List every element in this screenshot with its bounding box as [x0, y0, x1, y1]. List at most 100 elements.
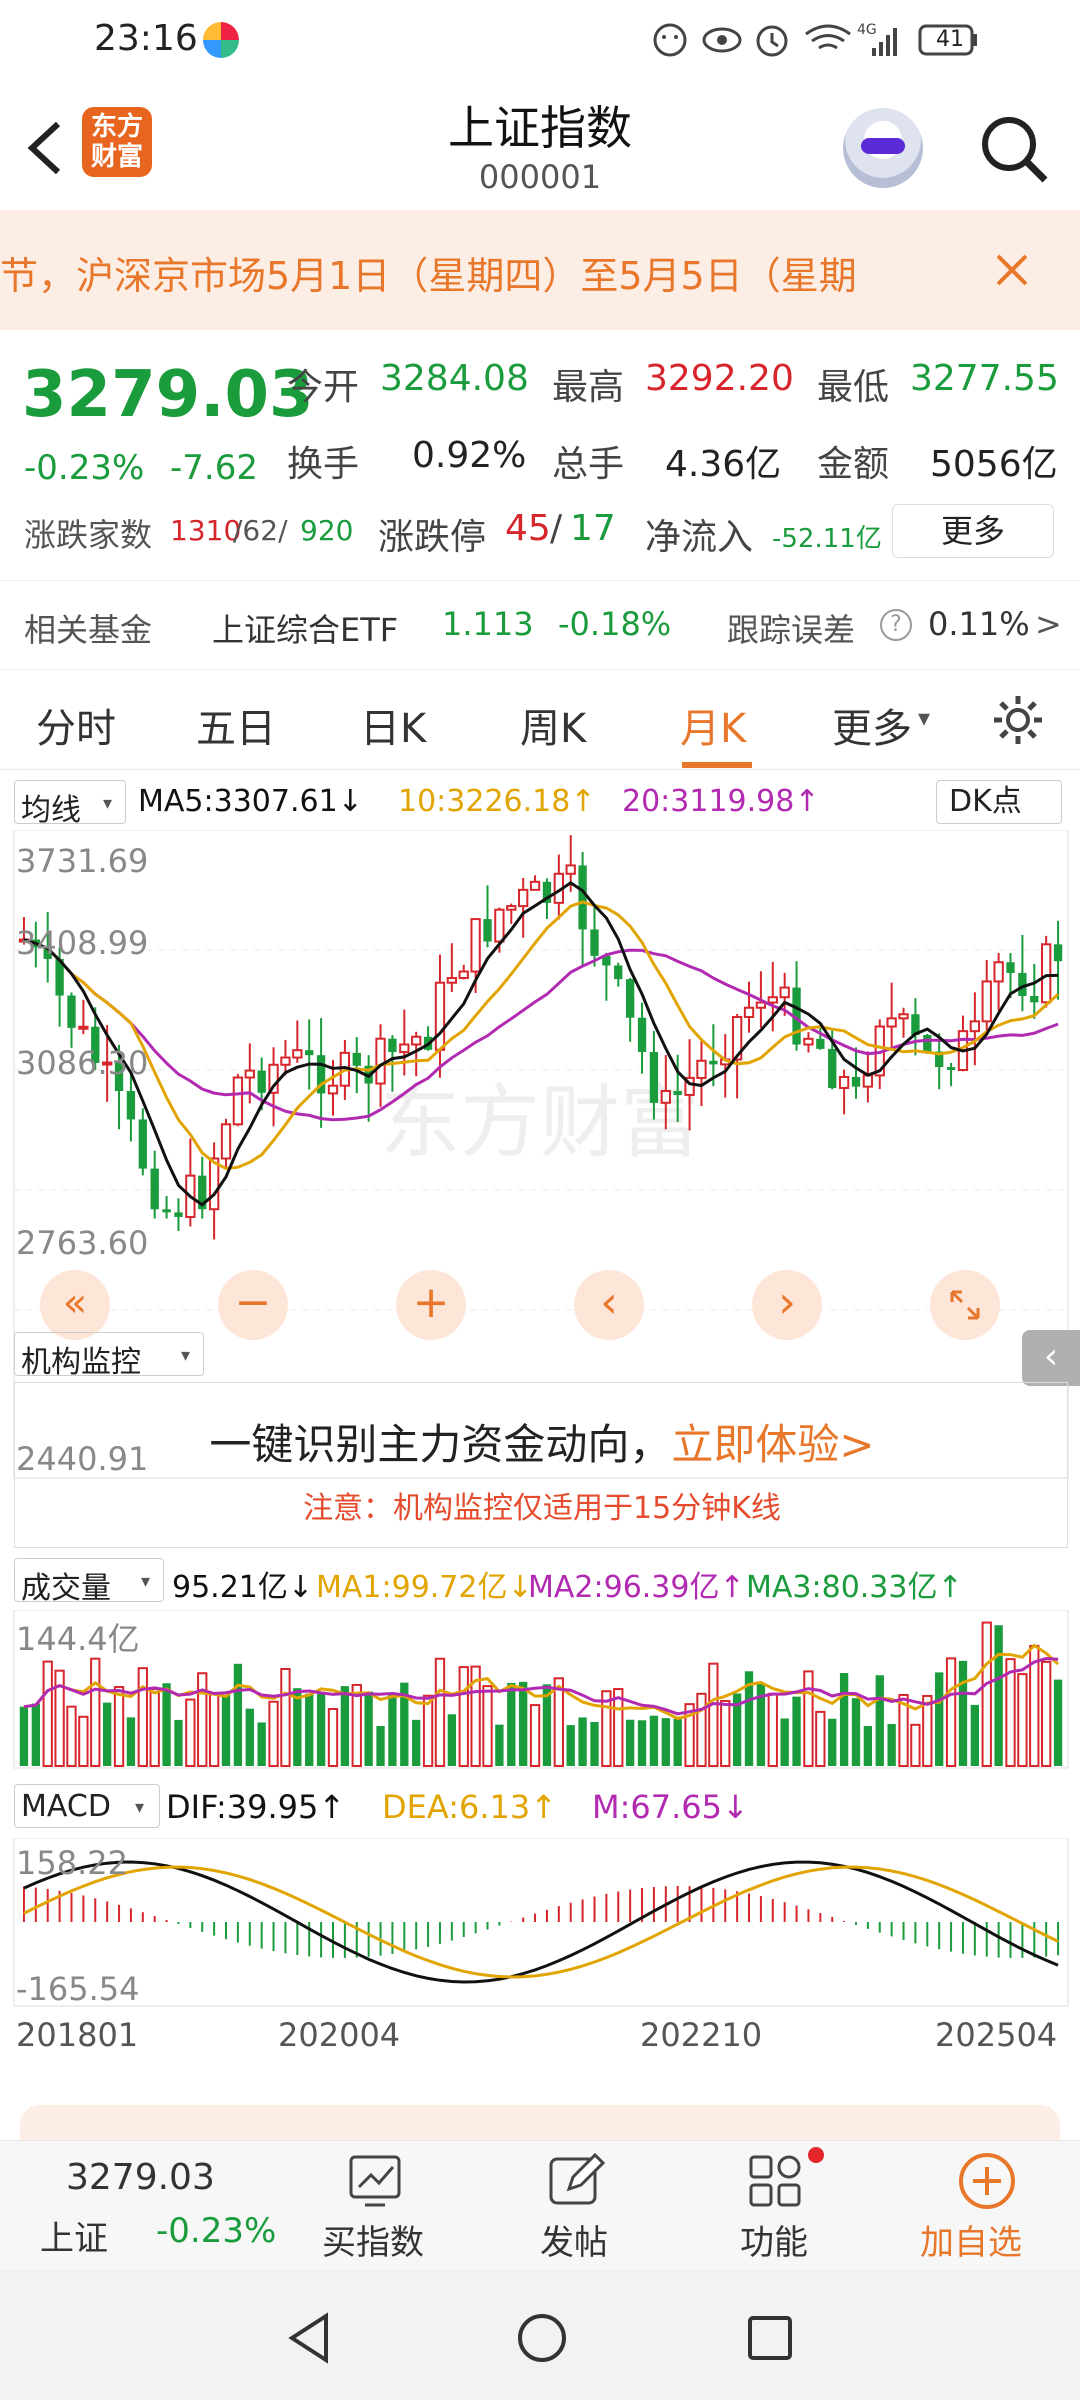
more-button[interactable]: 更多	[892, 504, 1054, 558]
home-circle-icon[interactable]	[514, 2310, 570, 2366]
robot-avatar-icon[interactable]	[843, 108, 923, 188]
buy-index-button[interactable]: 买指数	[310, 2141, 440, 2271]
candle	[828, 1048, 837, 1088]
candle	[838, 1075, 850, 1089]
macd-plot[interactable]: 158.22 -165.54	[0, 1838, 1080, 2008]
help-icon[interactable]: ?	[880, 609, 912, 641]
volume-bar	[994, 1625, 1003, 1766]
search-icon[interactable]	[975, 110, 1055, 190]
volume-bar	[590, 1722, 599, 1766]
candle	[446, 977, 458, 984]
candle	[816, 1038, 825, 1049]
volume-bar	[910, 1723, 921, 1767]
candle	[969, 1020, 981, 1033]
candle	[1041, 943, 1052, 1004]
candle	[1006, 962, 1015, 973]
zoom-out-button[interactable]: −	[218, 1270, 288, 1340]
turnover-value: 0.92%	[412, 435, 527, 476]
volume-bar	[828, 1718, 837, 1766]
institution-promo[interactable]: 一键识别主力资金动向，立即体验> 注意：机构监控仅适用于15分钟K线	[14, 1382, 1068, 1548]
tab-intraday[interactable]: 分时	[36, 696, 116, 754]
candle	[399, 1043, 410, 1054]
nav-index-price: 3279.03	[66, 2157, 215, 2198]
candle	[162, 1209, 171, 1213]
candle	[767, 996, 778, 1004]
close-icon[interactable]	[992, 250, 1032, 290]
face-icon	[653, 23, 687, 57]
candle	[1053, 944, 1063, 962]
expand-icon	[950, 1290, 980, 1320]
macd-selector[interactable]: MACD ▾	[14, 1784, 160, 1828]
volume-label: 总手	[552, 444, 625, 485]
tab-monthly-k[interactable]: 月K	[680, 696, 746, 754]
post-button[interactable]: 发帖	[510, 2141, 640, 2271]
volume-plot[interactable]: 144.4亿	[0, 1610, 1080, 1770]
chevron-down-icon: ▾	[141, 1571, 151, 1592]
volume-ma1: MA1:99.72亿↓	[316, 1570, 533, 1605]
gear-icon[interactable]	[990, 692, 1046, 748]
brand-logo: 东方 财富	[82, 107, 152, 177]
date-label-4: 202504	[935, 2016, 1058, 2054]
candle	[411, 1035, 422, 1046]
volume-current: 95.21亿↓	[172, 1570, 314, 1605]
related-fund-row[interactable]: 相关基金 上证综合ETF 1.113 -0.18% 跟踪误差 ? 0.11% >	[0, 580, 1080, 670]
inflow-value: -52.11亿	[772, 524, 882, 554]
back-triangle-icon[interactable]	[284, 2310, 334, 2366]
volume-bar	[887, 1723, 896, 1766]
zoom-in-button[interactable]: +	[396, 1270, 466, 1340]
scroll-start-button[interactable]: «	[40, 1270, 110, 1340]
expand-button[interactable]	[930, 1270, 1000, 1340]
promo-cta[interactable]: 立即体验>	[671, 1420, 874, 1469]
volume-bar	[767, 1692, 778, 1767]
notification-dot	[808, 2147, 824, 2163]
volume-bar	[412, 1719, 421, 1766]
recents-square-icon[interactable]	[744, 2312, 796, 2364]
limit-down: 17	[570, 508, 616, 549]
candle	[529, 880, 541, 891]
volume-bar	[981, 1621, 992, 1767]
tab-daily-k[interactable]: 日K	[360, 696, 426, 754]
breadth-label: 涨跌家数	[24, 516, 153, 554]
nav-index-change: -0.23%	[156, 2211, 277, 2251]
notice-banner[interactable]: 节，沪深京市场5月1日（星期四）至5月5日（星期	[0, 210, 1080, 330]
volume-bar	[78, 1715, 89, 1767]
tab-more[interactable]: 更多	[832, 696, 912, 754]
features-button[interactable]: 功能	[710, 2141, 840, 2271]
add-watchlist-button[interactable]: 加自选	[910, 2141, 1060, 2271]
candle	[375, 1037, 386, 1085]
tab-weekly-k[interactable]: 周K	[520, 696, 586, 754]
volume-bar	[316, 1692, 326, 1766]
add-circle-icon	[959, 2153, 1015, 2209]
volume-bar	[185, 1698, 196, 1767]
open-value: 3284.08	[380, 358, 529, 399]
alarm-icon	[756, 25, 788, 57]
collapse-panel-button[interactable]: ‹	[1022, 1330, 1080, 1386]
volume-bar	[305, 1693, 314, 1766]
hidden-banner-edge	[20, 2105, 1060, 2145]
features-label: 功能	[740, 2223, 808, 2263]
scroll-right-button[interactable]: ›	[752, 1270, 822, 1340]
tab-five-day[interactable]: 五日	[196, 696, 276, 754]
scroll-left-button[interactable]: ‹	[574, 1270, 644, 1340]
fund-arrow[interactable]: >	[1035, 605, 1062, 643]
volume-selector[interactable]: 成交量 ▾	[14, 1558, 164, 1606]
volume-bar	[221, 1695, 231, 1766]
institution-selector[interactable]: 机构监控 ▾	[14, 1332, 204, 1380]
promo-note: 注意：机构监控仅适用于15分钟K线	[303, 1491, 781, 1526]
volume-bar	[553, 1677, 564, 1767]
kline-chart-area: 均线 ▾ MA5:3307.61↓ 10:3226.18↑ 20:3119.98…	[0, 770, 1080, 2090]
volume-bar	[803, 1670, 814, 1767]
turnover-label: 换手	[287, 444, 360, 485]
volume-bar	[102, 1702, 112, 1766]
volume-selector-label: 成交量	[21, 1571, 111, 1606]
candle	[673, 1091, 682, 1095]
volume-bar	[792, 1696, 801, 1766]
back-icon[interactable]	[20, 118, 70, 178]
tracking-value: 0.11%	[928, 605, 1030, 643]
volume-bar	[637, 1720, 647, 1766]
add-watchlist-label: 加自选	[920, 2223, 1022, 2263]
candle	[483, 919, 492, 942]
dk-point-button[interactable]: DK点	[936, 780, 1062, 824]
volume-bar	[162, 1683, 171, 1766]
ma-selector[interactable]: 均线 ▾	[14, 780, 126, 828]
